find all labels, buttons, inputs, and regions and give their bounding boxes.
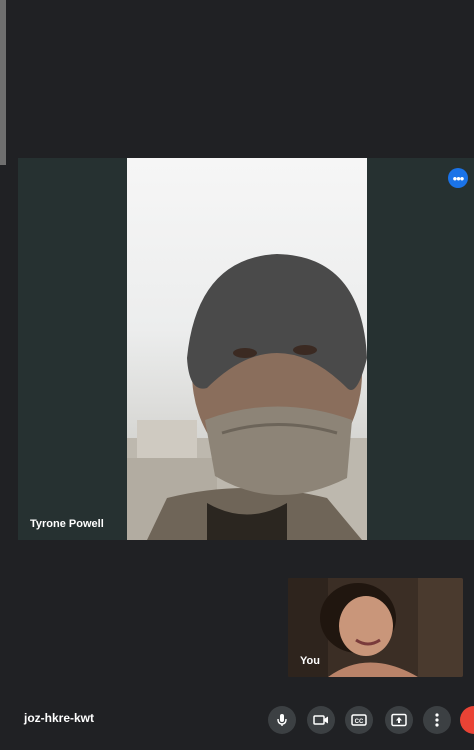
participant-name: Tyrone Powell bbox=[30, 518, 104, 530]
captions-button[interactable]: CC bbox=[345, 706, 373, 734]
more-options-button[interactable] bbox=[423, 706, 451, 734]
more-options-icon[interactable]: ••• bbox=[448, 168, 468, 188]
more-options-icon bbox=[435, 713, 439, 727]
self-view-tile[interactable]: You bbox=[288, 578, 463, 677]
microphone-button[interactable] bbox=[268, 706, 296, 734]
svg-text:CC: CC bbox=[355, 719, 364, 725]
participant-tile-main[interactable]: ••• Tyrone Powell bbox=[18, 158, 474, 540]
present-screen-icon bbox=[391, 713, 407, 727]
participant-video-feed bbox=[127, 158, 367, 540]
camera-icon bbox=[313, 715, 328, 725]
camera-button[interactable] bbox=[307, 706, 335, 734]
window-edge bbox=[0, 0, 6, 165]
meeting-code: joz-hkre-kwt bbox=[24, 711, 95, 725]
present-screen-button[interactable] bbox=[385, 706, 413, 734]
microphone-icon bbox=[277, 714, 287, 726]
captions-icon: CC bbox=[351, 714, 367, 726]
self-view-label: You bbox=[300, 655, 320, 667]
end-call-button[interactable] bbox=[460, 706, 474, 734]
